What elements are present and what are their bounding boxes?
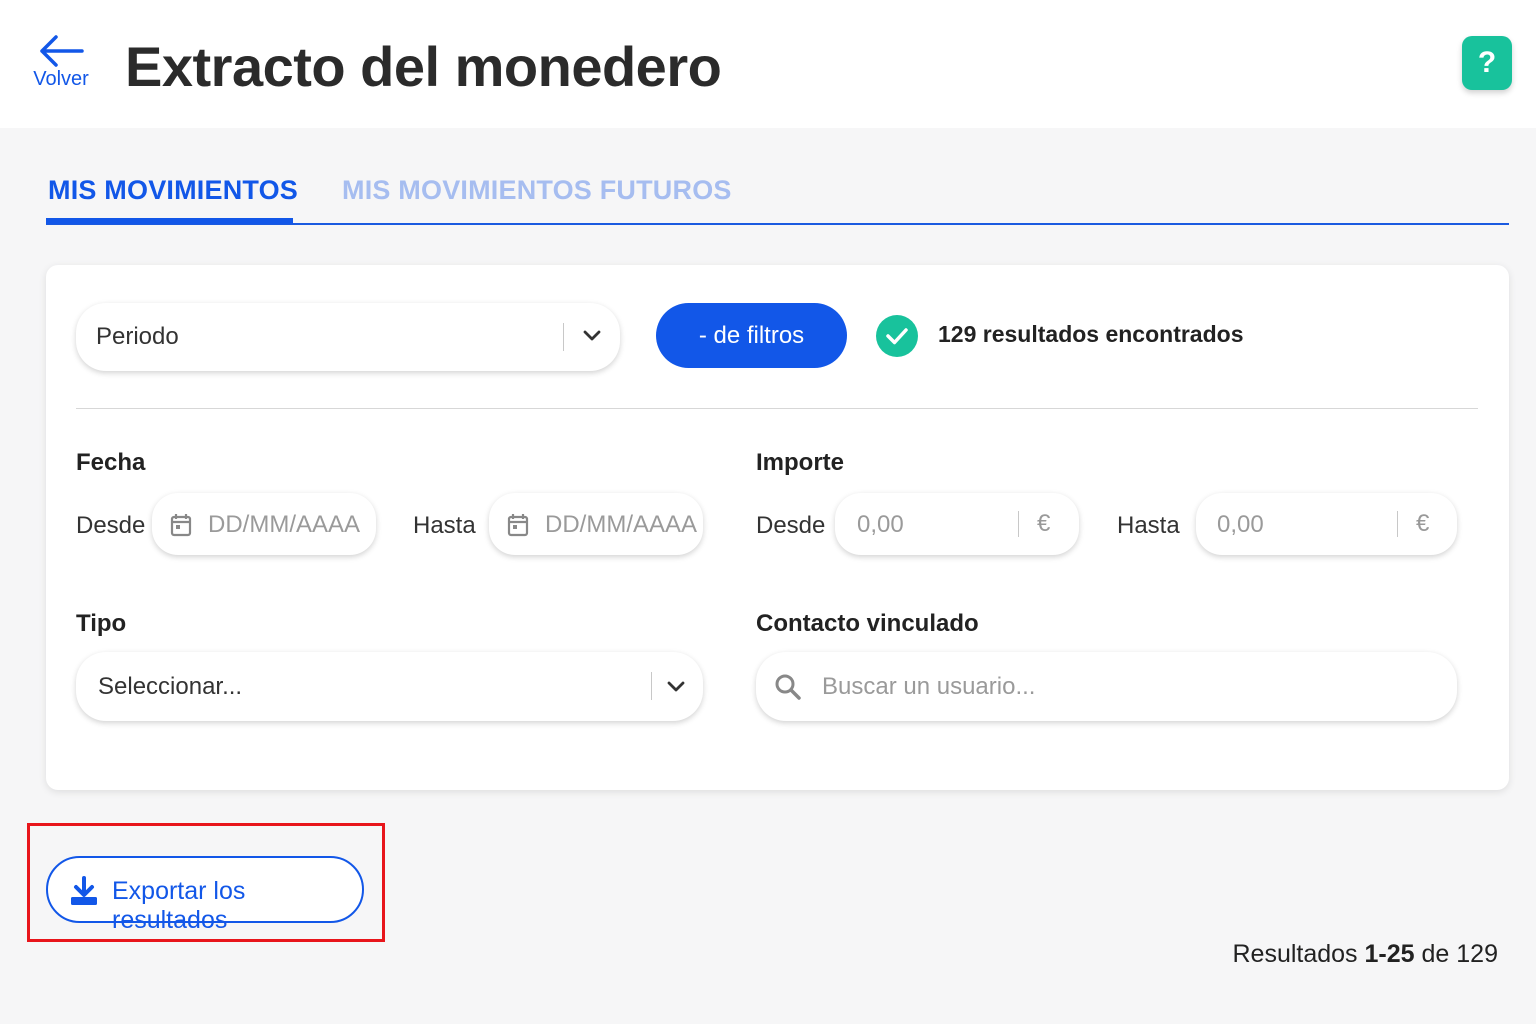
date-label: Fecha [76,449,146,476]
date-to-input[interactable]: DD/MM/AAAA [489,493,703,555]
amount-to-label: Hasta [1117,512,1180,539]
header: Volver Extracto del monedero ? [0,0,1536,128]
filters-card: Periodo - de filtros 129 resultados enco… [46,265,1509,790]
toggle-filters-button[interactable]: - de filtros [656,303,847,368]
tab-mis-movimientos[interactable]: MIS MOVIMIENTOS [48,175,298,206]
pagination-range: 1-25 [1364,940,1415,968]
euro-icon: € [1416,510,1430,537]
back-label: Volver [33,68,89,90]
input-separator [1397,511,1398,537]
amount-to-input[interactable]: 0,00 € [1196,493,1457,555]
date-from-input[interactable]: DD/MM/AAAA [152,493,376,555]
amount-from-input[interactable]: 0,00 € [835,493,1079,555]
question-mark-icon: ? [1477,46,1497,79]
help-button[interactable]: ? [1462,36,1512,90]
pagination-of: de [1421,940,1450,968]
export-results-button[interactable]: Exportar los resultados [46,856,364,934]
type-select-value: Seleccionar... [98,673,243,700]
chevron-down-icon [667,681,685,692]
euro-icon: € [1037,510,1051,537]
amount-from-placeholder: 0,00 [857,511,904,538]
type-select[interactable]: Seleccionar... [76,652,703,721]
date-from-label: Desde [76,512,146,539]
date-from-placeholder: DD/MM/AAAA [208,511,361,538]
calendar-icon [170,514,192,537]
page-title: Extracto del monedero [125,35,722,98]
contact-search-placeholder: Buscar un usuario... [822,673,1036,700]
results-found-text: 129 resultados encontrados [938,321,1244,347]
pagination-prefix: Resultados [1232,940,1358,968]
arrow-left-icon [40,35,84,67]
amount-label: Importe [756,449,845,476]
date-to-placeholder: DD/MM/AAAA [545,511,698,538]
chevron-down-icon [583,330,601,341]
contact-label: Contacto vinculado [756,610,979,637]
type-label: Tipo [76,610,127,637]
date-to-label: Hasta [413,512,476,539]
select-separator [563,323,564,351]
tab-mis-movimientos-futuros[interactable]: MIS MOVIMIENTOS FUTUROS [342,175,732,206]
calendar-icon [507,514,529,537]
period-select[interactable]: Periodo [76,303,620,371]
amount-to-placeholder: 0,00 [1217,511,1264,538]
pagination-summary: Resultados 1-25 de 129 [1232,940,1498,969]
check-circle-icon [876,315,918,357]
divider [76,408,1478,409]
search-icon [775,674,801,700]
period-select-value: Periodo [96,323,179,350]
input-separator [1018,511,1019,537]
tab-bar: MIS MOVIMIENTOS MIS MOVIMIENTOS FUTUROS [46,165,1509,225]
amount-from-label: Desde [756,512,826,539]
select-separator [651,672,652,700]
back-button[interactable]: Volver [28,34,94,100]
active-tab-indicator [46,218,293,224]
download-icon [71,876,97,905]
pagination-total: 129 [1456,940,1498,968]
contact-search-input[interactable]: Buscar un usuario... [756,652,1457,721]
export-results-label: Exportar los resultados [112,877,246,934]
